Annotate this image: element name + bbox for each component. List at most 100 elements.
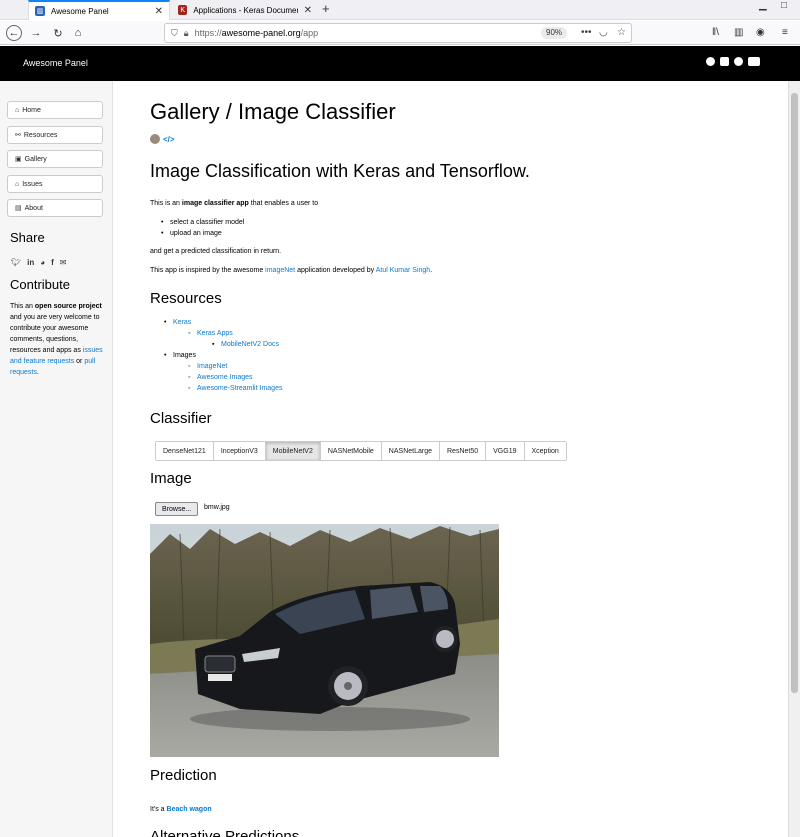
bookmark-star-icon[interactable]: ☆ xyxy=(617,27,626,38)
home-icon[interactable]: ⌂ xyxy=(70,25,86,41)
code-icon[interactable]: </> xyxy=(163,135,175,144)
sidebar: ⌂ Home ⚯ Resources ▣ Gallery ⌂ Issues ▤ About… xyxy=(0,81,113,837)
classifier-option-xception[interactable]: Xception xyxy=(523,442,566,460)
share-heading: Share xyxy=(10,230,45,245)
sidebar-item-home[interactable]: ⌂ Home xyxy=(7,101,103,119)
prediction-link[interactable]: Beach wagon xyxy=(167,806,212,813)
linkedin-icon[interactable]: in xyxy=(27,258,34,267)
share-icons: 🐦︎ in ◕ f ✉ xyxy=(11,258,66,267)
close-tab-icon[interactable]: ✕ xyxy=(155,6,163,17)
book-icon[interactable] xyxy=(720,57,729,66)
url-text: https://awesome-panel.org/app xyxy=(194,28,319,38)
classifier-option-mobilenetv2[interactable]: MobileNetV2 xyxy=(264,442,320,460)
docker-icon[interactable] xyxy=(748,57,760,66)
sidebar-toggle-icon[interactable]: ▥ xyxy=(734,27,743,38)
minimize-icon[interactable]: ▁ xyxy=(759,0,767,11)
shield-icon: ⛉ xyxy=(171,27,178,38)
classifier-option-inceptionv3[interactable]: InceptionV3 xyxy=(212,442,265,460)
sidebar-item-gallery[interactable]: ▣ Gallery xyxy=(7,150,103,168)
keras-favicon-icon: K xyxy=(178,5,188,15)
tab-title: Awesome Panel xyxy=(51,6,109,16)
list-item: upload an image xyxy=(161,228,244,239)
file-name: bmw.jpg xyxy=(204,504,230,511)
link-icon: ⚯ xyxy=(15,132,21,139)
after-text: and get a predicted classification in re… xyxy=(150,248,282,255)
intro-list: select a classifier model upload an imag… xyxy=(161,217,244,239)
twitter-icon[interactable]: 🐦︎ xyxy=(11,258,21,267)
prediction-heading: Prediction xyxy=(150,767,217,784)
sidebar-item-resources[interactable]: ⚯ Resources xyxy=(7,126,103,144)
list-item: Awesome-Streamlit Images xyxy=(188,383,282,394)
forward-arrow-icon[interactable]: → xyxy=(28,25,44,41)
browse-button[interactable]: Browse... xyxy=(155,502,199,516)
sidebar-item-about[interactable]: ▤ About xyxy=(7,199,103,217)
close-tab-icon[interactable]: ✕ xyxy=(304,5,312,16)
list-item: Keras xyxy=(164,317,282,328)
reload-icon[interactable]: ↻ xyxy=(50,25,66,41)
browser-tabbar: ▥ Awesome Panel ✕ K Applications - Keras… xyxy=(0,0,800,20)
imagenet-link[interactable]: ImageNet xyxy=(197,363,227,370)
classifier-option-resnet50[interactable]: ResNet50 xyxy=(439,442,486,460)
new-tab-icon[interactable]: + xyxy=(322,1,330,16)
classifier-option-nasnetmobile[interactable]: NASNetMobile xyxy=(319,442,381,460)
maximize-icon[interactable]: □ xyxy=(781,0,787,11)
list-item: Keras Apps xyxy=(188,328,282,339)
pocket-icon[interactable]: ◡ xyxy=(599,27,608,38)
menu-icon[interactable]: ≡ xyxy=(782,27,788,38)
classifier-option-densenet121[interactable]: DenseNet121 xyxy=(156,442,213,460)
email-icon[interactable]: ✉ xyxy=(60,258,67,267)
page-scrollbar[interactable] xyxy=(788,81,800,837)
lock-icon: 🔒︎ xyxy=(183,27,189,38)
code-icon[interactable] xyxy=(734,57,743,66)
classifier-heading: Classifier xyxy=(150,410,212,427)
sidebar-item-issues[interactable]: ⌂ Issues xyxy=(7,175,103,193)
library-icon[interactable]: ‖\ xyxy=(712,27,719,38)
home-icon: ⌂ xyxy=(15,106,20,114)
classifier-option-vgg19[interactable]: VGG19 xyxy=(485,442,524,460)
back-arrow-icon[interactable]: ← xyxy=(6,25,22,41)
scrollbar-thumb[interactable] xyxy=(791,93,798,693)
intro-text: This is an image classifier app that ena… xyxy=(150,200,319,207)
app-title[interactable]: Awesome Panel xyxy=(23,58,88,68)
sidebar-item-label: Gallery xyxy=(24,155,47,163)
tab-keras-docs[interactable]: K Applications - Keras Documentati ✕ xyxy=(172,0,318,20)
list-item: ImageNet xyxy=(188,361,282,372)
awesome-images-link[interactable]: Awesome Images xyxy=(197,374,253,381)
avatar[interactable] xyxy=(150,134,160,144)
sidebar-item-label: Resources xyxy=(23,131,58,139)
tab-awesome-panel[interactable]: ▥ Awesome Panel ✕ xyxy=(28,0,170,20)
contribute-heading: Contribute xyxy=(10,277,70,292)
author-link[interactable]: Atul Kumar Singh xyxy=(376,267,430,274)
account-icon[interactable]: ◉ xyxy=(756,27,765,38)
mobilenet-docs-link[interactable]: MobileNetV2 Docs xyxy=(221,341,279,348)
contribute-text: This an open source project and you are … xyxy=(10,303,103,376)
github-icon[interactable] xyxy=(706,57,715,66)
zoom-level[interactable]: 90% xyxy=(541,27,568,39)
list-item: Awesome Images xyxy=(188,372,282,383)
more-icon[interactable]: ••• xyxy=(581,27,592,38)
tab-title: Applications - Keras Documentati xyxy=(193,5,297,15)
list-item: MobileNetV2 Docs xyxy=(212,339,282,350)
awesome-streamlit-link[interactable]: Awesome-Streamlit Images xyxy=(197,385,282,392)
sidebar-item-label: Home xyxy=(22,106,41,114)
sidebar-item-label: Issues xyxy=(22,180,43,188)
classifier-option-nasnetlarge[interactable]: NASNetLarge xyxy=(380,442,439,460)
address-bar[interactable]: ⛉ 🔒︎ https://awesome-panel.org/app 90% •… xyxy=(164,23,632,43)
prediction-text: It's a Beach wagon xyxy=(150,806,212,813)
facebook-icon[interactable]: f xyxy=(51,258,54,267)
keras-apps-link[interactable]: Keras Apps xyxy=(197,330,233,337)
keras-link[interactable]: Keras xyxy=(173,319,191,326)
imagenet-app-link[interactable]: imageNet xyxy=(265,267,295,274)
author-row: </> xyxy=(150,134,175,144)
inspired-text: This app is inspired by the awesome imag… xyxy=(150,267,433,274)
panel-favicon-icon: ▥ xyxy=(35,6,45,16)
image-heading: Image xyxy=(150,470,192,487)
bank-icon: ⌂ xyxy=(15,180,20,188)
resources-heading: Resources xyxy=(150,290,222,307)
list-item: select a classifier model xyxy=(161,217,244,228)
classifier-selector: DenseNet121 InceptionV3 MobileNetV2 NASN… xyxy=(155,441,567,461)
reddit-icon[interactable]: ◕ xyxy=(40,258,45,267)
main-content: Gallery / Image Classifier </> Image Cla… xyxy=(118,81,788,837)
sidebar-item-label: About xyxy=(24,204,43,212)
list-item: Images xyxy=(164,350,282,361)
